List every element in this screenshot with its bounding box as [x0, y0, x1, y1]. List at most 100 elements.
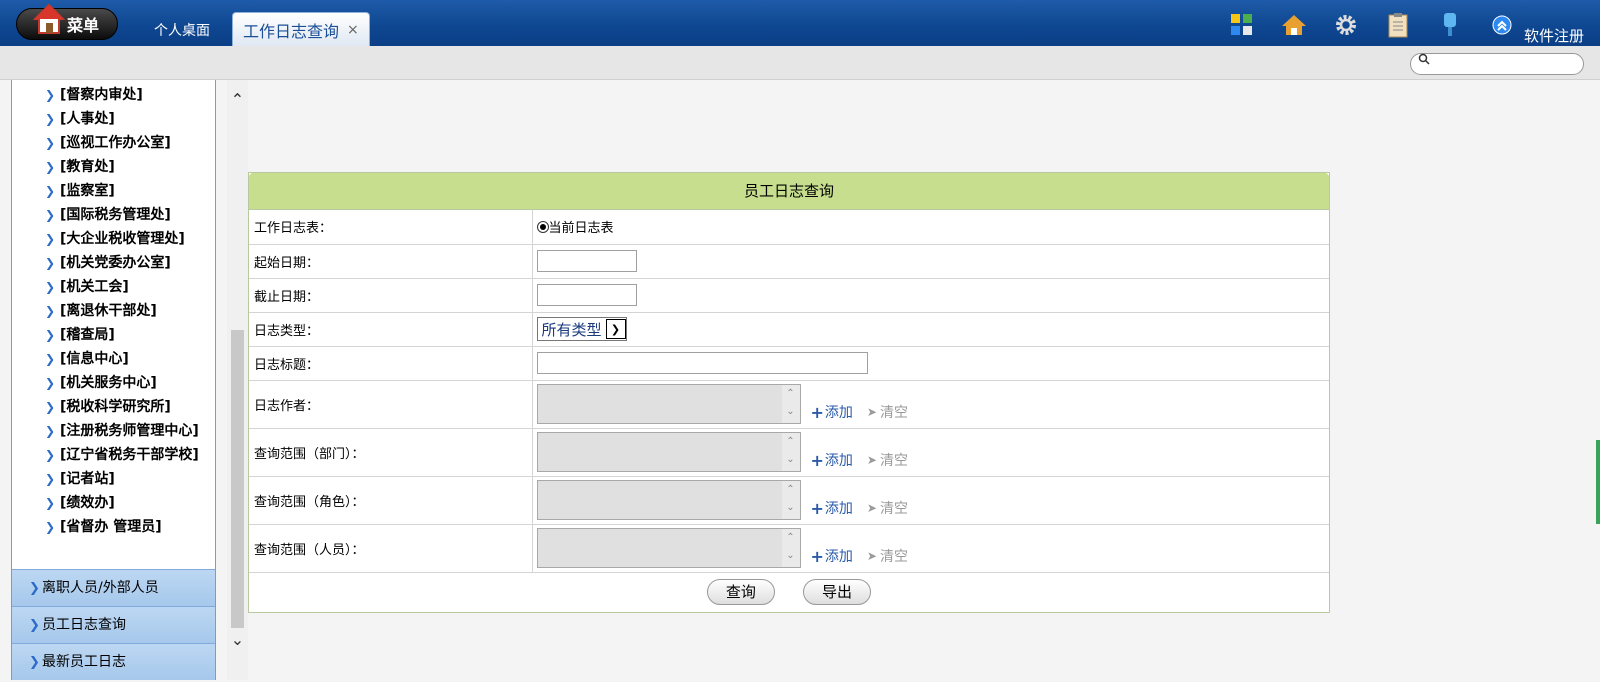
nav-departed-external[interactable]: ❯ 离职人员/外部人员 [12, 569, 215, 606]
person-scope-textarea[interactable]: ⌃ ⌄ [536, 528, 801, 568]
apps-icon[interactable] [1216, 10, 1268, 40]
chevron-right-icon: ❯ [45, 136, 56, 150]
chevron-right-icon: ❯ [45, 256, 56, 270]
start-date-input[interactable] [536, 250, 637, 272]
sidebar-item-department[interactable]: ❯ [机关党委办公室] [12, 251, 215, 275]
clear-person-button[interactable]: ➤ 清空 [867, 546, 908, 566]
tab-desktop[interactable]: 个人桌面 [154, 20, 210, 40]
tab-work-log-query[interactable]: 工作日志查询 × [232, 12, 370, 46]
start-date-label: 起始日期： [249, 244, 533, 279]
clear-icon: ➤ [866, 453, 877, 467]
chevron-right-icon: ❯ [45, 352, 56, 366]
sidebar-item-department[interactable]: ❯ [督察内审处] [12, 83, 215, 107]
sidebar-scrollbar[interactable]: ⌃ ⌄ [227, 80, 248, 680]
clear-role-button[interactable]: ➤ 清空 [867, 498, 908, 518]
sidebar-item-department[interactable]: ❯ [人事处] [12, 107, 215, 131]
chevron-right-icon: ❯ [29, 655, 40, 670]
department-list: ❯ [督察内审处] ❯ [人事处] ❯ [巡视工作办公室] ❯ [教育处] ❯ [监察室] ❯ [国际… [12, 80, 215, 539]
role-scope-label: 查询范围（角色）： [249, 476, 533, 525]
plus-icon: + [810, 450, 824, 470]
current-log-table-radio[interactable]: 当前日志表 [536, 217, 614, 236]
clear-dept-button[interactable]: ➤ 清空 [867, 450, 908, 470]
key-icon[interactable] [1424, 10, 1476, 40]
department-label: [监察室] [60, 183, 115, 199]
person-scope-label: 查询范围（人员）： [249, 524, 533, 573]
scroll-up-icon[interactable]: ⌃ [227, 90, 248, 114]
department-label: [税收科学研究所] [60, 399, 171, 415]
sidebar-item-department[interactable]: ❯ [国际税务管理处] [12, 203, 215, 227]
department-label: [国际税务管理处] [60, 207, 171, 223]
department-label: [离退休干部处] [60, 303, 157, 319]
export-button[interactable]: 导出 [803, 579, 872, 606]
add-person-button[interactable]: + 添加 [811, 546, 853, 566]
department-label: [绩效办] [60, 495, 115, 511]
query-form: 工作日志表： 当前日志表 起始日期： 截止日期： 日志类型： 所有类型 ❯ 日志… [249, 210, 1329, 612]
sidebar-item-department[interactable]: ❯ [记者站] [12, 467, 215, 491]
log-type-label: 日志类型： [249, 312, 533, 347]
log-type-select[interactable]: 所有类型 ❯ [536, 317, 627, 341]
sidebar-item-department[interactable]: ❯ [辽宁省税务干部学校] [12, 443, 215, 467]
software-register-link[interactable]: 软件注册 [1524, 25, 1584, 46]
end-date-input[interactable] [536, 284, 637, 306]
department-label: [省督办 管理员] [60, 519, 162, 535]
close-icon[interactable]: × [347, 22, 359, 38]
home-icon[interactable] [1268, 10, 1320, 40]
chevron-right-icon: ❯ [45, 472, 56, 486]
menu-button[interactable]: 菜单 [16, 3, 118, 40]
department-label: [稽查局] [60, 327, 115, 343]
author-label: 日志作者： [249, 380, 533, 429]
form-row-log-type: 日志类型： 所有类型 ❯ [249, 312, 1329, 347]
plus-icon: + [810, 402, 824, 422]
add-dept-button[interactable]: + 添加 [811, 450, 853, 470]
sidebar-item-department[interactable]: ❯ [巡视工作办公室] [12, 131, 215, 155]
sidebar-item-department[interactable]: ❯ [大企业税收管理处] [12, 227, 215, 251]
chevron-right-icon: ❯ [45, 160, 56, 174]
chevron-right-icon: ❯ [45, 376, 56, 390]
department-label: [人事处] [60, 111, 115, 127]
radio-icon [536, 220, 549, 233]
sidebar-item-department[interactable]: ❯ [注册税务师管理中心] [12, 419, 215, 443]
gear-icon[interactable] [1320, 10, 1372, 40]
scroll-down-icon[interactable]: ⌄ [227, 630, 248, 654]
sidebar-item-department[interactable]: ❯ [离退休干部处] [12, 299, 215, 323]
query-button[interactable]: 查询 [706, 579, 775, 606]
add-label: 添加 [824, 501, 853, 517]
textarea-scrollbar[interactable]: ⌃ ⌄ [781, 385, 800, 423]
add-label: 添加 [824, 405, 853, 421]
sidebar-item-department[interactable]: ❯ [监察室] [12, 179, 215, 203]
sidebar-item-department[interactable]: ❯ [绩效办] [12, 491, 215, 515]
search-input[interactable] [1410, 53, 1584, 75]
sidebar-item-department[interactable]: ❯ [机关服务中心] [12, 371, 215, 395]
add-label: 添加 [824, 549, 853, 565]
sidebar-item-department[interactable]: ❯ [税收科学研究所] [12, 395, 215, 419]
sidebar-item-department[interactable]: ❯ [机关工会] [12, 275, 215, 299]
clear-label: 清空 [879, 405, 908, 421]
add-author-button[interactable]: + 添加 [811, 402, 853, 422]
chevron-right-icon: ❯ [45, 400, 56, 414]
textarea-scrollbar[interactable]: ⌃ ⌄ [781, 433, 800, 471]
clear-icon: ➤ [866, 549, 877, 563]
sidebar-item-department[interactable]: ❯ [教育处] [12, 155, 215, 179]
collapse-icon[interactable] [1476, 10, 1528, 40]
nav-latest-employee-log[interactable]: ❯ 最新员工日志 [12, 643, 215, 680]
textarea-scrollbar[interactable]: ⌃ ⌄ [781, 529, 800, 567]
sidebar-item-department[interactable]: ❯ [稽查局] [12, 323, 215, 347]
clipboard-icon[interactable] [1372, 10, 1424, 40]
chevron-right-icon: ❯ [45, 328, 56, 342]
clear-author-button[interactable]: ➤ 清空 [867, 402, 908, 422]
sidebar-item-department[interactable]: ❯ [信息中心] [12, 347, 215, 371]
form-row-person-scope: 查询范围（人员）： ⌃ ⌄ + 添加 ➤ 清空 [249, 524, 1329, 573]
chevron-right-icon: ❯ [29, 618, 40, 633]
nav-employee-log-query[interactable]: ❯ 员工日志查询 [12, 606, 215, 643]
tab-label: 工作日志查询 [243, 21, 340, 41]
dept-scope-textarea[interactable]: ⌃ ⌄ [536, 432, 801, 472]
role-scope-textarea[interactable]: ⌃ ⌄ [536, 480, 801, 520]
scroll-thumb[interactable] [231, 330, 244, 628]
chevron-right-icon: ❯ [45, 496, 56, 510]
sidebar-item-department[interactable]: ❯ [省督办 管理员] [12, 515, 215, 539]
log-title-input[interactable] [536, 352, 868, 374]
add-role-button[interactable]: + 添加 [811, 498, 853, 518]
textarea-scrollbar[interactable]: ⌃ ⌄ [781, 481, 800, 519]
secondary-bar [0, 46, 1600, 80]
author-textarea[interactable]: ⌃ ⌄ [536, 384, 801, 424]
